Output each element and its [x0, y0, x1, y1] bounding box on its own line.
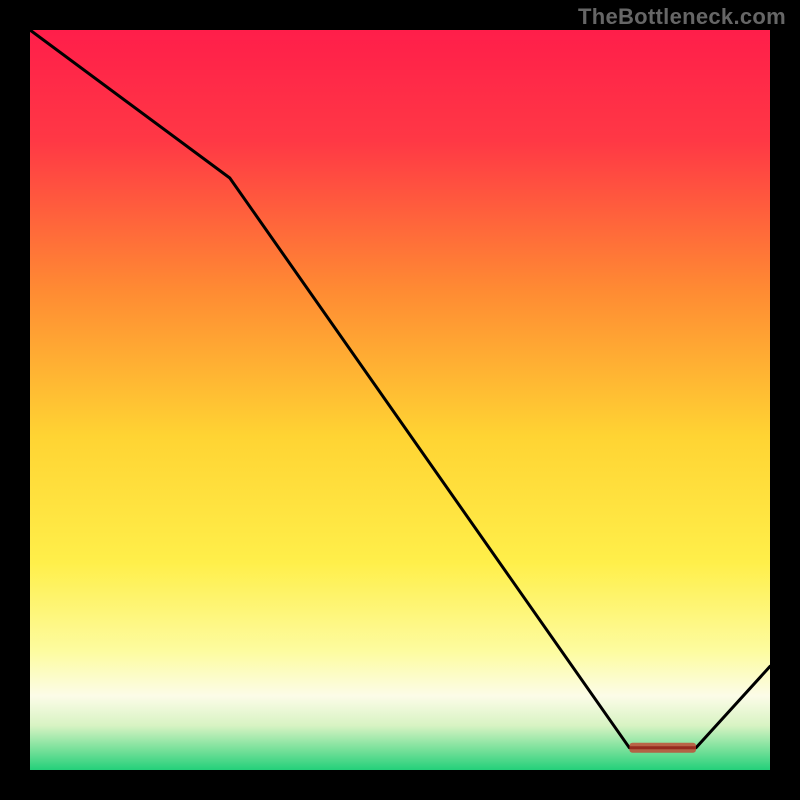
plot-area [30, 30, 770, 770]
chart-svg [30, 30, 770, 770]
plot-background [30, 30, 770, 770]
watermark-text: TheBottleneck.com [578, 4, 786, 30]
chart-frame: TheBottleneck.com [0, 0, 800, 800]
annotation-bar [629, 743, 696, 753]
